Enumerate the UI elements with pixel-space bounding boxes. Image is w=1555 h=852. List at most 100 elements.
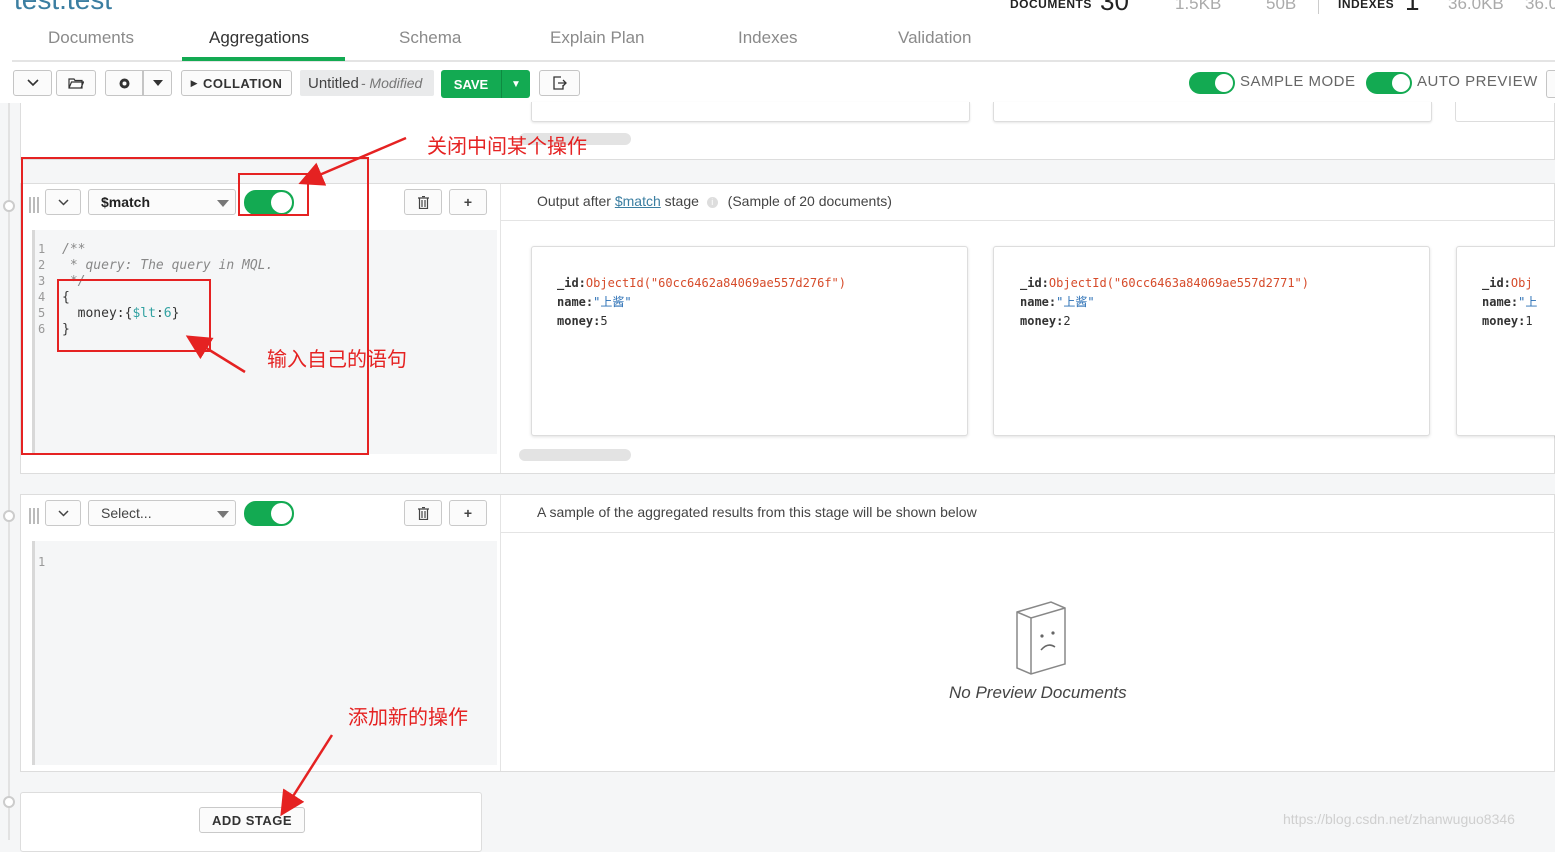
tab-schema[interactable]: Schema bbox=[399, 28, 461, 48]
tab-validation[interactable]: Validation bbox=[898, 28, 971, 48]
documents-avg-size: 50B bbox=[1266, 0, 1297, 13]
field-value: "上酱" bbox=[1056, 295, 1095, 309]
stage-2-enable-toggle[interactable] bbox=[244, 501, 294, 526]
watermark: https://blog.csdn.net/zhanwuguo8346 bbox=[1283, 811, 1515, 827]
field-value: ObjectId("60cc6463a84069ae557d2771") bbox=[1048, 276, 1309, 290]
timeline-node bbox=[3, 796, 15, 808]
folder-open-icon bbox=[68, 78, 84, 89]
sad-box-icon bbox=[1016, 601, 1066, 675]
field-key: name: bbox=[1020, 295, 1057, 309]
more-options-button[interactable] bbox=[1546, 70, 1555, 98]
open-saved-pipelines-button[interactable] bbox=[56, 70, 96, 96]
settings-dropdown-button[interactable] bbox=[143, 70, 172, 96]
settings-button[interactable] bbox=[105, 70, 143, 96]
timeline-node bbox=[3, 200, 15, 212]
sample-mode-label: SAMPLE MODE bbox=[1240, 73, 1356, 90]
stage-header-divider bbox=[501, 220, 1555, 221]
annotation-box-query bbox=[57, 279, 211, 352]
stage-operator-placeholder: Select... bbox=[101, 505, 152, 521]
auto-preview-label: AUTO PREVIEW bbox=[1417, 73, 1538, 90]
stage-divider bbox=[500, 495, 501, 771]
field-value: 2 bbox=[1063, 314, 1071, 328]
add-stage-after-button[interactable]: + bbox=[449, 189, 487, 215]
trash-icon bbox=[417, 506, 429, 520]
editor-gutter-bar bbox=[32, 541, 35, 765]
toggle-knob bbox=[1215, 74, 1233, 92]
field-key: _id: bbox=[1482, 276, 1511, 290]
documents-total-size: 1.5KB bbox=[1175, 0, 1222, 13]
stage-docs-link[interactable]: $match bbox=[615, 193, 661, 209]
plus-icon: + bbox=[463, 505, 473, 521]
stage-2-info: A sample of the aggregated results from … bbox=[537, 504, 977, 520]
active-tab-indicator bbox=[182, 57, 345, 61]
index-total-size: 36.0KB bbox=[1448, 0, 1504, 13]
save-button[interactable]: SAVE bbox=[441, 77, 501, 92]
document-fields: _id:Obj name:"上 money:1 bbox=[1482, 274, 1537, 331]
caret-right-icon: ▶ bbox=[190, 77, 199, 88]
toggle-knob bbox=[271, 503, 292, 524]
save-dropdown-caret-icon[interactable]: ▼ bbox=[502, 79, 530, 90]
line-number: 1 bbox=[38, 555, 46, 569]
export-icon bbox=[553, 76, 567, 90]
field-value: 1 bbox=[1525, 314, 1533, 328]
save-button-group[interactable]: SAVE ▼ bbox=[441, 70, 530, 98]
annotation-add-note: 添加新的操作 bbox=[348, 705, 468, 729]
index-avg-size: 36.0 bbox=[1525, 0, 1555, 13]
gear-icon bbox=[119, 78, 129, 88]
field-key: _id: bbox=[1020, 276, 1049, 290]
add-stage-panel: ADD STAGE bbox=[20, 792, 482, 852]
documents-count: 30 bbox=[1100, 0, 1129, 16]
document-card: _id:ObjectId("60cc6463a84069ae557d2771")… bbox=[993, 246, 1430, 436]
collapse-stage-button[interactable] bbox=[45, 500, 81, 526]
pipeline-name-field[interactable]: Untitled - Modified bbox=[300, 70, 434, 96]
tab-documents[interactable]: Documents bbox=[48, 28, 134, 48]
tab-explain-plan[interactable]: Explain Plan bbox=[550, 28, 645, 48]
document-card: _id:Obj name:"上 money:1 bbox=[1456, 246, 1555, 436]
previous-stage-panel bbox=[20, 102, 1555, 160]
collation-button[interactable]: ▶ COLLATION bbox=[181, 70, 292, 96]
add-stage-after-button[interactable]: + bbox=[449, 500, 487, 526]
stage-2-code-editor[interactable]: 1 bbox=[32, 541, 497, 765]
sample-note: (Sample of 20 documents) bbox=[727, 193, 892, 209]
stage-operator-select[interactable]: Select... bbox=[88, 500, 236, 526]
indexes-stat-label: INDEXES bbox=[1338, 0, 1395, 11]
field-key: name: bbox=[1482, 295, 1519, 309]
field-key: money: bbox=[557, 314, 601, 328]
doc-card bbox=[531, 102, 970, 122]
collation-label: COLLATION bbox=[203, 75, 283, 91]
collapse-all-button[interactable] bbox=[13, 70, 52, 96]
toggle-knob bbox=[1392, 74, 1410, 92]
indexes-count: 1 bbox=[1405, 0, 1420, 16]
field-value: 5 bbox=[600, 314, 608, 328]
sample-mode-toggle[interactable] bbox=[1189, 72, 1235, 94]
stage-1-output-info: Output after $match stage i (Sample of 2… bbox=[537, 193, 892, 209]
pipeline-timeline bbox=[8, 103, 10, 840]
delete-stage-button[interactable] bbox=[404, 189, 442, 215]
stage-2-panel: Select... + 1 A sample of the aggregated… bbox=[20, 494, 1555, 772]
output-suffix: stage bbox=[664, 193, 699, 209]
stats-divider bbox=[1318, 0, 1319, 14]
namespace-title: test.test bbox=[14, 0, 112, 16]
trash-icon bbox=[417, 195, 429, 209]
tab-aggregations[interactable]: Aggregations bbox=[209, 28, 309, 48]
field-value: Obj bbox=[1510, 276, 1533, 290]
delete-stage-button[interactable] bbox=[404, 500, 442, 526]
add-stage-button[interactable]: ADD STAGE bbox=[199, 807, 305, 833]
doc-card bbox=[1455, 102, 1555, 122]
timeline-node bbox=[3, 510, 15, 522]
collection-header: test.test DOCUMENTS 30 1.5KB 50B INDEXES… bbox=[0, 0, 1555, 103]
export-to-language-button[interactable] bbox=[539, 70, 580, 96]
drag-handle-icon[interactable] bbox=[29, 508, 41, 524]
annotation-toggle-note: 关闭中间某个操作 bbox=[427, 134, 587, 158]
code-line: 1 bbox=[38, 555, 62, 571]
select-arrow-icon bbox=[217, 511, 229, 518]
stage-2-code-lines: 1 bbox=[38, 555, 62, 571]
stage-divider bbox=[500, 184, 501, 473]
pipeline-modified-flag: - Modified bbox=[360, 75, 423, 91]
tab-indexes[interactable]: Indexes bbox=[738, 28, 798, 48]
annotation-box-toggle bbox=[238, 173, 309, 216]
chevron-down-icon bbox=[26, 79, 39, 87]
auto-preview-toggle[interactable] bbox=[1366, 72, 1412, 94]
horizontal-scrollbar[interactable] bbox=[519, 449, 631, 461]
output-prefix: Output after bbox=[537, 193, 611, 209]
